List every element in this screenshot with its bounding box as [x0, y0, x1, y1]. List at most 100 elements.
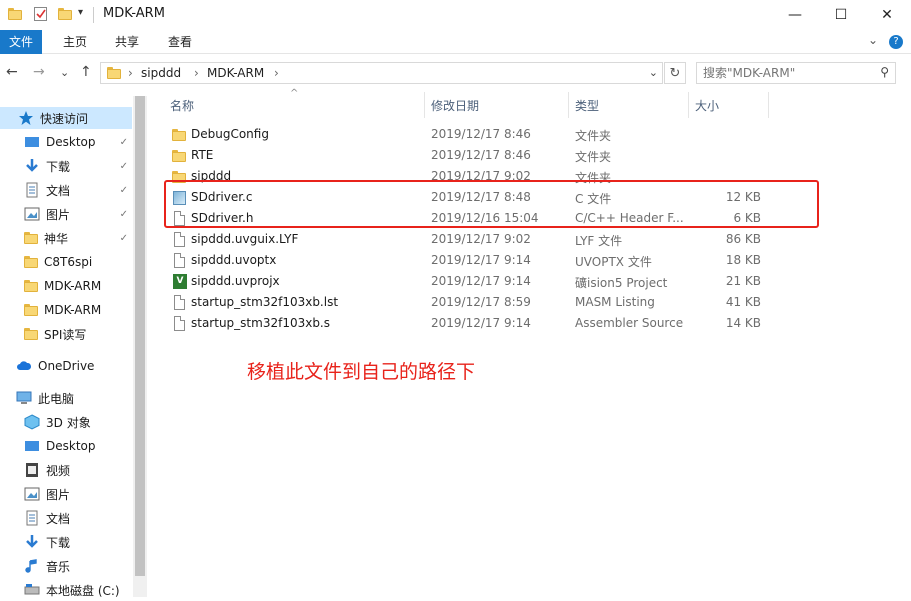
file-row-uvprojx[interactable]: V sipddd.uvprojx 2019/12/17 9:14 礦ision5…	[165, 271, 795, 292]
breadcrumb-mdk-arm[interactable]: MDK-ARM	[207, 66, 264, 80]
file-size: 86 KB	[725, 232, 761, 246]
column-divider[interactable]	[568, 92, 569, 118]
sidebar-item-mdk-arm[interactable]: MDK-ARM	[0, 275, 132, 297]
sidebar-item-downloads[interactable]: 下载 ✓	[0, 155, 132, 177]
sidebar-item-videos[interactable]: 视频	[0, 459, 132, 481]
search-input[interactable]	[697, 63, 867, 83]
picture-icon	[24, 486, 40, 502]
document-icon	[24, 510, 40, 526]
sidebar-item-desktop-pc[interactable]: Desktop	[0, 435, 132, 457]
file-name: sipddd.uvprojx	[191, 274, 280, 288]
title-bar: ▾ MDK-ARM — ☐ ✕	[0, 0, 911, 30]
sidebar-item-label: 3D 对象	[46, 415, 91, 430]
file-row-rte[interactable]: RTE 2019/12/17 8:46 文件夹	[165, 145, 795, 166]
sidebar-item-pictures[interactable]: 图片 ✓	[0, 203, 132, 225]
file-row-debugconfig[interactable]: DebugConfig 2019/12/17 8:46 文件夹	[165, 124, 795, 145]
sidebar-item-quick-access[interactable]: 快速访问	[0, 107, 132, 129]
folder-icon	[172, 129, 186, 141]
address-dropdown-chevron-icon[interactable]: ⌄	[649, 66, 658, 79]
column-header-type[interactable]: 类型	[575, 97, 599, 114]
file-size: 41 KB	[725, 295, 761, 309]
file-row-startup-lst[interactable]: startup_stm32f103xb.lst 2019/12/17 8:59 …	[165, 292, 795, 313]
help-icon[interactable]: ?	[889, 35, 903, 49]
sidebar-item-documents[interactable]: 文档 ✓	[0, 179, 132, 201]
sidebar-item-onedrive[interactable]: OneDrive	[0, 355, 132, 377]
sidebar-item-3d-objects[interactable]: 3D 对象	[0, 411, 132, 433]
file-row-startup-s[interactable]: startup_stm32f103xb.s 2019/12/17 9:14 As…	[165, 313, 795, 334]
close-button[interactable]: ✕	[864, 0, 910, 30]
tab-home[interactable]: 主页	[52, 30, 98, 54]
sidebar-item-c8t6spi[interactable]: C8T6spi	[0, 251, 132, 273]
picture-icon	[24, 206, 40, 222]
sidebar-item-label: 文档	[46, 511, 71, 526]
minimize-button[interactable]: —	[772, 0, 818, 30]
column-divider[interactable]	[424, 92, 425, 118]
folder-icon	[172, 150, 186, 162]
folder-icon	[24, 232, 38, 244]
sidebar-item-label: 本地磁盘 (C:)	[46, 583, 120, 598]
column-header-name[interactable]: 名称	[170, 97, 194, 114]
search-icon[interactable]: ⚲	[880, 65, 889, 79]
sidebar-item-pictures-pc[interactable]: 图片	[0, 483, 132, 505]
sidebar-item-label: Desktop	[46, 439, 96, 453]
maximize-button[interactable]: ☐	[818, 0, 864, 30]
document-icon	[24, 182, 40, 198]
up-arrow-icon[interactable]: ↑	[80, 64, 92, 80]
sidebar-item-this-pc[interactable]: 此电脑	[0, 387, 132, 409]
titlebar-divider	[93, 7, 94, 23]
file-date: 2019/12/17 8:46	[431, 127, 531, 141]
file-date: 2019/12/17 8:59	[431, 295, 531, 309]
drive-icon	[24, 582, 40, 598]
file-type: MASM Listing	[575, 295, 655, 309]
refresh-icon[interactable]: ↻	[664, 62, 686, 84]
computer-icon	[16, 390, 32, 406]
breadcrumb-sipddd[interactable]: sipddd	[141, 66, 181, 80]
column-divider[interactable]	[688, 92, 689, 118]
pin-icon[interactable]: ✓	[120, 233, 128, 244]
column-divider[interactable]	[768, 92, 769, 118]
file-type: 文件夹	[575, 150, 612, 164]
customize-toolbar-chevron-icon[interactable]: ▾	[78, 7, 94, 23]
sidebar-item-shenhua[interactable]: 神华 ✓	[0, 227, 132, 249]
folder-icon	[24, 304, 38, 316]
file-type: Assembler Source	[575, 316, 684, 330]
folder-icon[interactable]	[8, 8, 22, 20]
file-row-uvguix[interactable]: sipddd.uvguix.LYF 2019/12/17 9:02 LYF 文件…	[165, 229, 795, 250]
pin-icon[interactable]: ✓	[120, 161, 128, 172]
properties-checkmark-icon[interactable]	[34, 7, 47, 21]
sidebar-item-spi-readwrite[interactable]: SPI读写	[0, 323, 132, 345]
sidebar-item-mdk-arm-2[interactable]: MDK-ARM	[0, 299, 132, 321]
file-row-uvoptx[interactable]: sipddd.uvoptx 2019/12/17 9:14 UVOPTX 文件 …	[165, 250, 795, 271]
new-folder-icon[interactable]	[58, 8, 72, 20]
file-name: RTE	[191, 148, 214, 162]
sidebar-scrollbar[interactable]	[133, 96, 147, 597]
sidebar-item-music[interactable]: 音乐	[0, 555, 132, 577]
sidebar-item-documents-pc[interactable]: 文档	[0, 507, 132, 529]
expand-ribbon-chevron-icon[interactable]: ⌄	[868, 33, 878, 47]
sidebar-item-local-disk-c[interactable]: 本地磁盘 (C:)	[0, 579, 132, 601]
sidebar-item-downloads-pc[interactable]: 下载	[0, 531, 132, 553]
sidebar-item-label: 神华	[44, 231, 69, 246]
search-box[interactable]: ⚲	[696, 62, 896, 84]
column-header-size[interactable]: 大小	[695, 97, 719, 114]
pin-icon[interactable]: ✓	[120, 209, 128, 220]
back-arrow-icon[interactable]: ←	[6, 64, 18, 80]
tab-share[interactable]: 共享	[104, 30, 150, 54]
uvision-icon: V	[172, 274, 187, 290]
breadcrumb-separator: ›	[128, 66, 133, 80]
recent-locations-chevron-icon[interactable]: ⌄	[60, 66, 69, 79]
file-type: UVOPTX 文件	[575, 255, 652, 269]
column-header-date[interactable]: 修改日期	[431, 97, 479, 114]
sidebar-item-desktop[interactable]: Desktop ✓	[0, 131, 132, 153]
sidebar-item-label: 文档	[46, 183, 71, 198]
pin-icon[interactable]: ✓	[120, 185, 128, 196]
tab-view[interactable]: 查看	[157, 30, 203, 54]
sidebar-scroll-thumb[interactable]	[135, 96, 145, 576]
tab-file[interactable]: 文件	[0, 30, 42, 54]
pin-icon[interactable]: ✓	[120, 137, 128, 148]
address-bar[interactable]: › sipddd › MDK-ARM › ⌄	[100, 62, 663, 84]
file-date: 2019/12/17 8:46	[431, 148, 531, 162]
forward-arrow-icon[interactable]: →	[33, 64, 45, 80]
sidebar-item-label: OneDrive	[38, 359, 95, 373]
ribbon-tabs: 文件 主页 共享 查看 ⌄ ?	[0, 30, 911, 54]
